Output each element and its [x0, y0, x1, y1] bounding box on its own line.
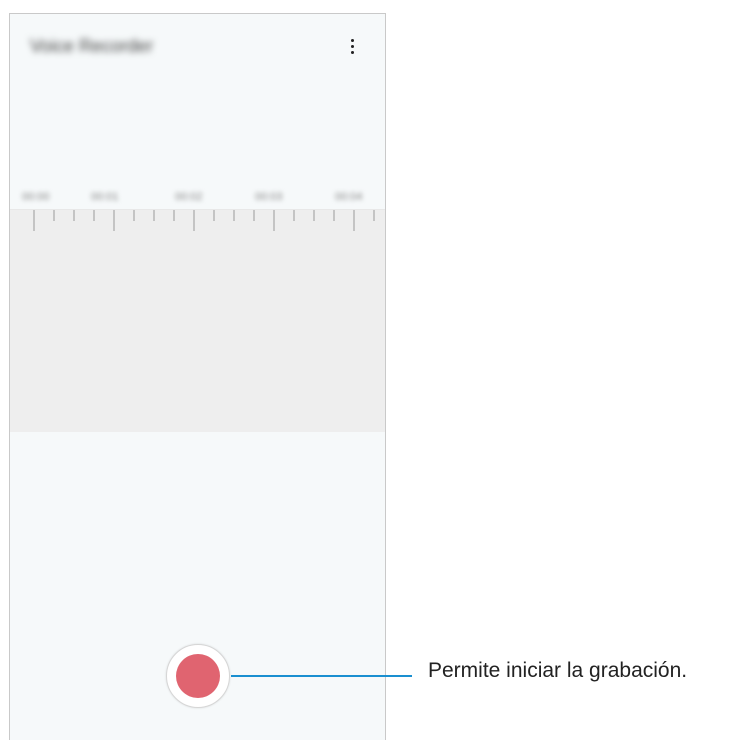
callout-line [231, 675, 412, 677]
timeline-label: 00:03 [255, 191, 283, 203]
more-options-icon[interactable] [347, 39, 357, 59]
timeline-label: 00:00 [22, 191, 50, 203]
timeline-ruler [10, 209, 385, 231]
timeline-label: 00:01 [91, 191, 119, 203]
timeline-labels: 00:00 00:01 00:02 00:03 00:04 [10, 191, 385, 205]
record-button[interactable] [176, 654, 220, 698]
app-title: Voice Recorder [30, 36, 154, 56]
waveform-area [10, 209, 385, 432]
record-button-ring [166, 644, 230, 708]
timeline-label: 00:04 [335, 191, 363, 203]
timeline-label: 00:02 [175, 191, 203, 203]
callout-text: Permite iniciar la grabación. [428, 659, 688, 682]
phone-screen: Voice Recorder 00:00 00:01 00:02 00:03 0… [9, 13, 386, 740]
